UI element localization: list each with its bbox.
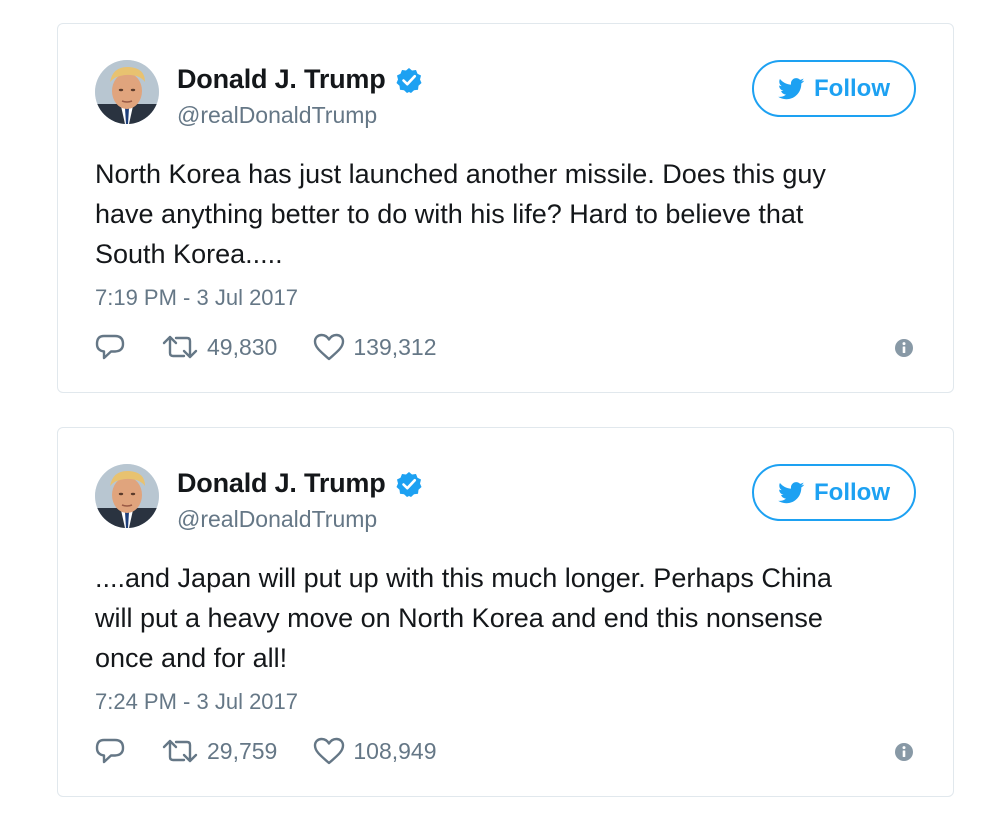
- author-display-name[interactable]: Donald J. Trump: [177, 468, 386, 499]
- info-icon[interactable]: [894, 338, 914, 358]
- verified-badge-icon: [396, 67, 422, 93]
- author-name-row: Donald J. Trump: [177, 64, 422, 95]
- retweet-button[interactable]: 49,830: [161, 334, 277, 361]
- like-count: 108,949: [353, 737, 437, 764]
- like-button[interactable]: 108,949: [313, 737, 437, 765]
- tweet-text: ....and Japan will put up with this much…: [95, 558, 915, 678]
- follow-button-label: Follow: [814, 74, 890, 102]
- tweet-text-line: will put a heavy move on North Korea and…: [95, 603, 823, 633]
- avatar[interactable]: [95, 464, 159, 528]
- tweet-actions: 49,830 139,312: [95, 333, 437, 361]
- heart-icon: [313, 737, 345, 765]
- reply-button[interactable]: [95, 737, 129, 765]
- retweet-count: 49,830: [207, 333, 278, 360]
- tweet-text: North Korea has just launched another mi…: [95, 154, 915, 274]
- tweet-timestamp[interactable]: 7:19 PM - 3 Jul 2017: [95, 285, 298, 311]
- retweet-icon: [161, 334, 199, 360]
- author-handle[interactable]: @realDonaldTrump: [177, 506, 377, 533]
- heart-icon: [313, 333, 345, 361]
- tweet-text-line: once and for all!: [95, 643, 288, 673]
- verified-badge-icon: [396, 471, 422, 497]
- avatar[interactable]: [95, 60, 159, 124]
- tweet-actions: 29,759 108,949: [95, 737, 437, 765]
- follow-button[interactable]: Follow: [752, 464, 916, 521]
- tweet-card: Donald J. Trump @realDonaldTrump Follow …: [57, 427, 954, 797]
- twitter-bird-icon: [778, 77, 805, 100]
- like-count: 139,312: [353, 333, 437, 360]
- tweet-timestamp[interactable]: 7:24 PM - 3 Jul 2017: [95, 689, 298, 715]
- retweet-count: 29,759: [207, 737, 278, 764]
- tweet-text-line: have anything better to do with his life…: [95, 199, 804, 229]
- retweet-icon: [161, 738, 199, 764]
- author-name-row: Donald J. Trump: [177, 468, 422, 499]
- author-display-name[interactable]: Donald J. Trump: [177, 64, 386, 95]
- twitter-bird-icon: [778, 481, 805, 504]
- like-button[interactable]: 139,312: [313, 333, 437, 361]
- reply-icon: [95, 737, 125, 765]
- tweet-text-line: North Korea has just launched another mi…: [95, 159, 826, 189]
- tweet-text-line: South Korea.....: [95, 239, 283, 269]
- tweet-card: Donald J. Trump @realDonaldTrump Follow …: [57, 23, 954, 393]
- info-icon[interactable]: [894, 742, 914, 762]
- reply-icon: [95, 333, 125, 361]
- author-handle[interactable]: @realDonaldTrump: [177, 102, 377, 129]
- tweet-text-line: ....and Japan will put up with this much…: [95, 563, 832, 593]
- follow-button[interactable]: Follow: [752, 60, 916, 117]
- retweet-button[interactable]: 29,759: [161, 738, 277, 765]
- follow-button-label: Follow: [814, 478, 890, 506]
- reply-button[interactable]: [95, 333, 129, 361]
